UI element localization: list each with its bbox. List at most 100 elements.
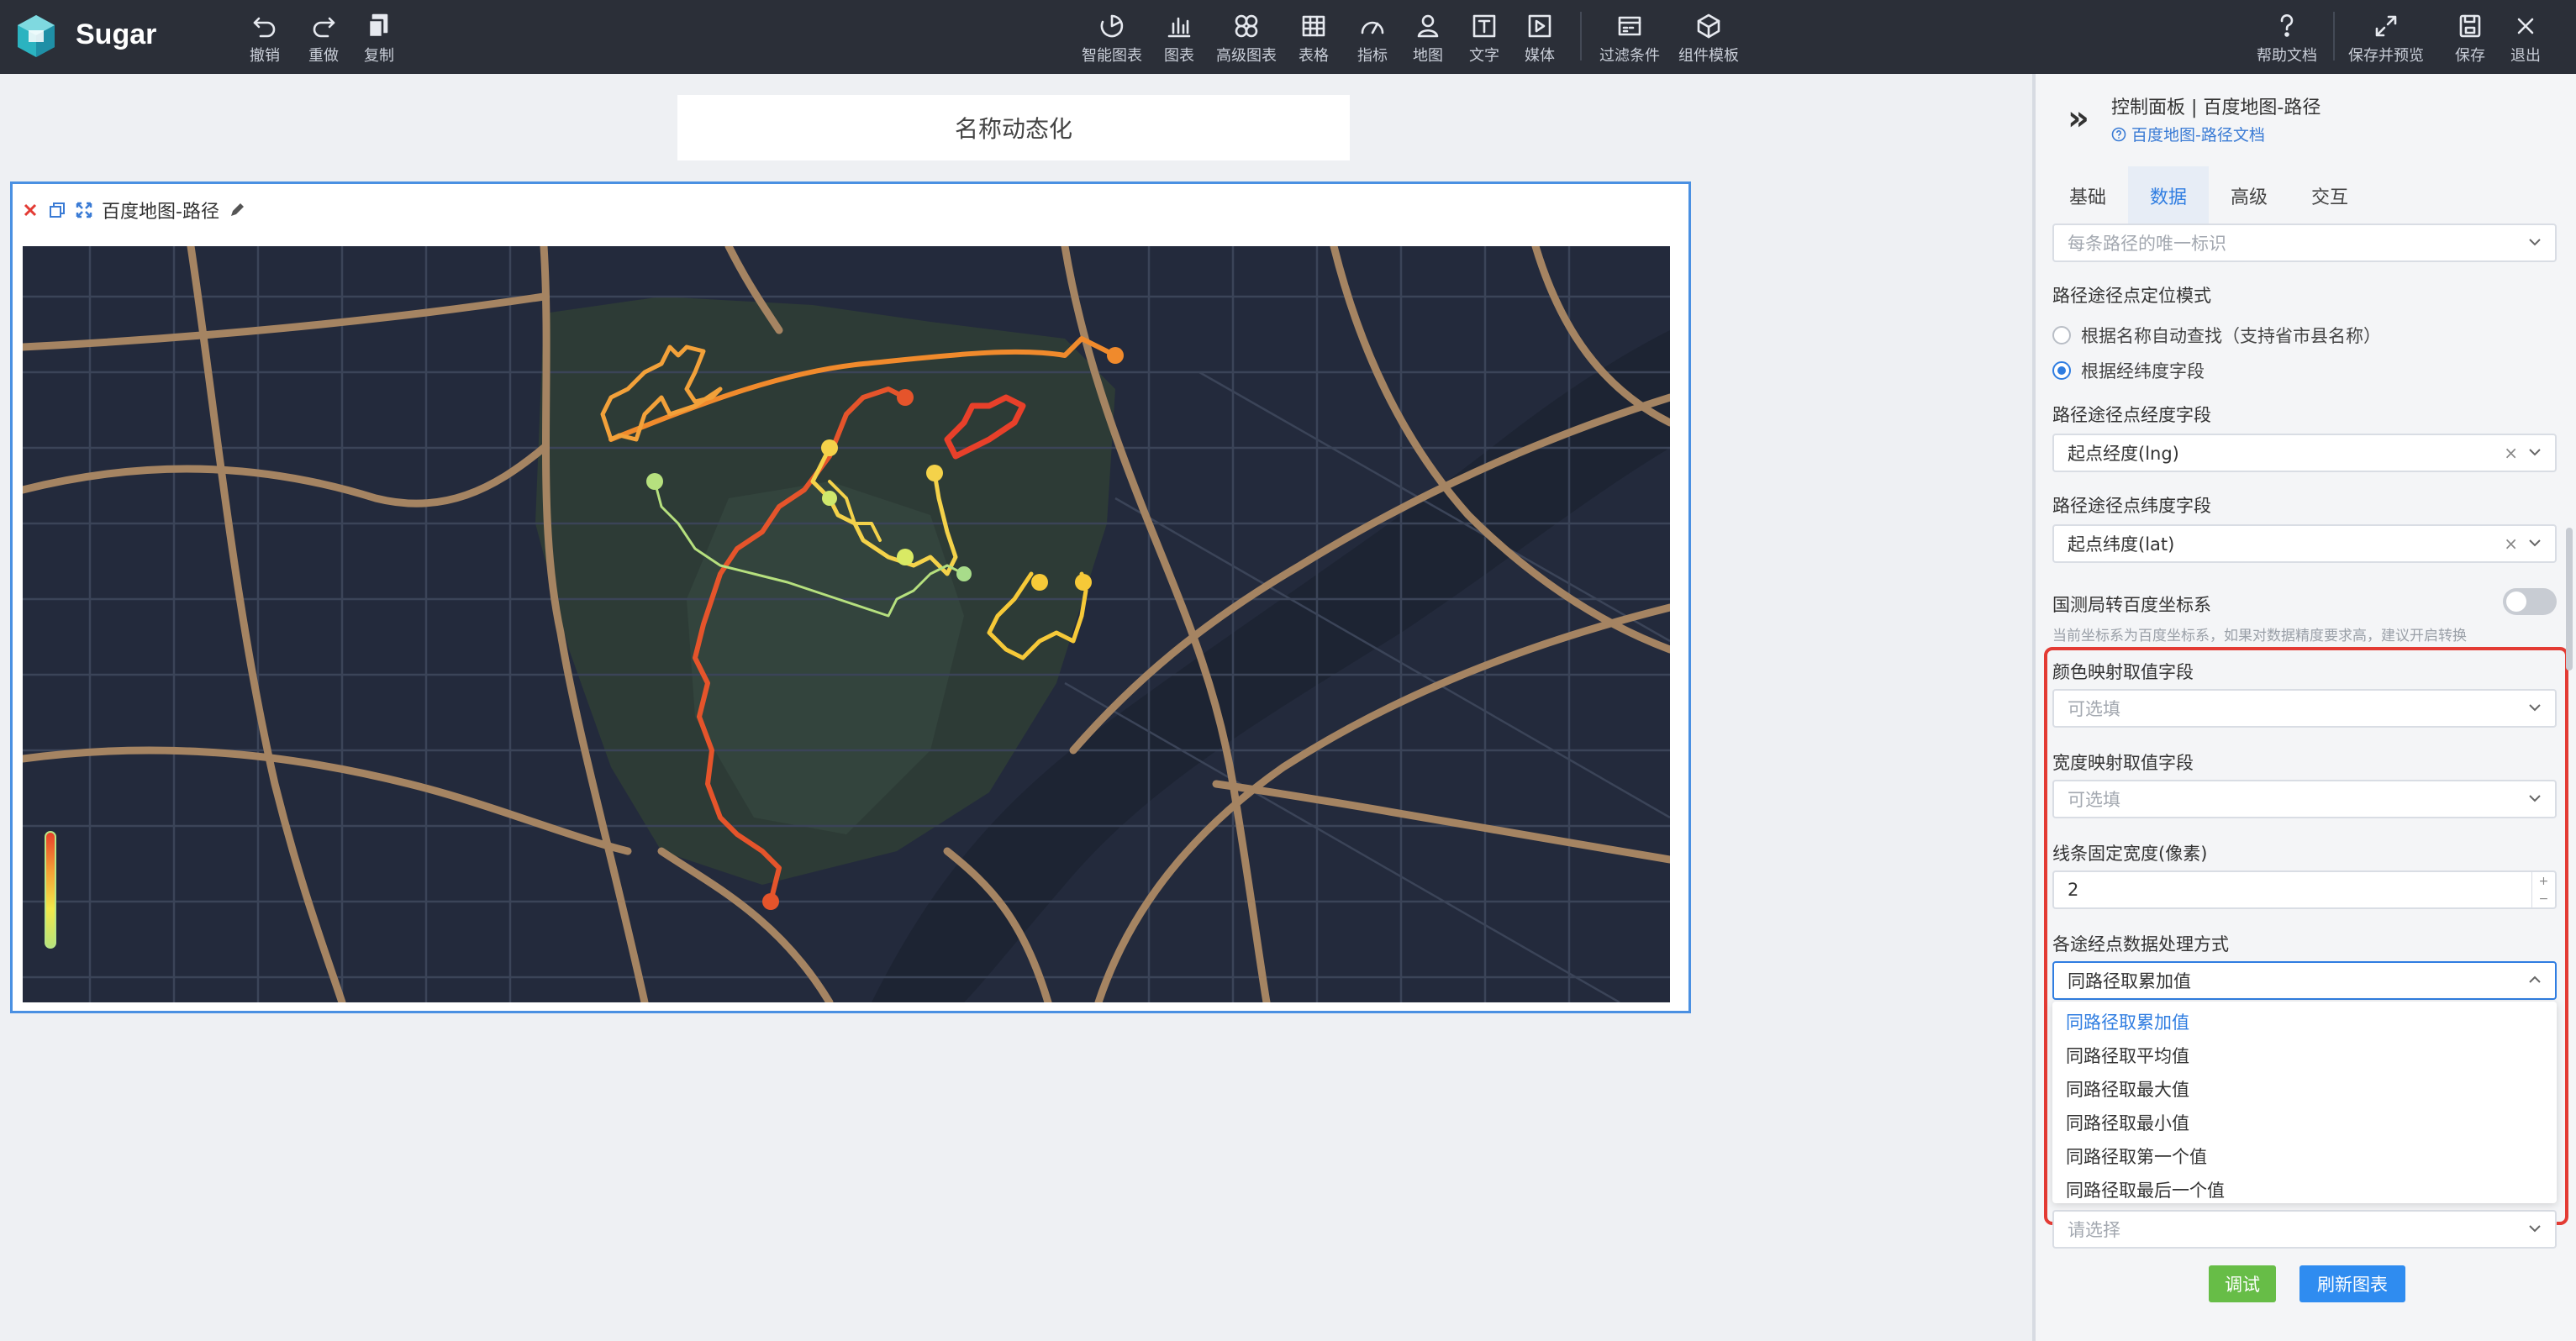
coord-convert-hint: 当前坐标系为百度坐标系，如果对数据精度要求高，建议开启转换 (2052, 628, 2467, 644)
tool-template[interactable]: 组件模板 (1678, 12, 1739, 66)
radio-circle-selected (2052, 361, 2071, 380)
step-down-icon[interactable]: − (2539, 892, 2549, 906)
tool-text[interactable]: 文字 (1455, 12, 1514, 66)
lng-field-label: 路径途径点经度字段 (2052, 405, 2211, 425)
refresh-chart-button[interactable]: 刷新图表 (2299, 1265, 2405, 1302)
sugar-logo-icon (18, 15, 55, 57)
edit-pencil-icon[interactable] (228, 201, 246, 219)
map-route-chart-card[interactable]: 百度地图-路径 (10, 181, 1691, 1013)
clear-icon[interactable]: × (2504, 443, 2518, 463)
coord-convert-label: 国测局转百度坐标系 (2052, 595, 2211, 615)
redo-label: 重做 (308, 47, 339, 65)
waypoint-process-label: 各途经点数据处理方式 (2052, 934, 2229, 954)
coord-convert-toggle[interactable] (2503, 588, 2557, 615)
step-up-icon[interactable]: + (2539, 875, 2549, 888)
tool-label: 智能图表 (1082, 47, 1142, 65)
lng-field-select[interactable]: 起点经度(lng) × (2052, 434, 2557, 472)
lat-field-label: 路径途径点纬度字段 (2052, 496, 2211, 516)
option-sum[interactable]: 同路径取累加值 (2052, 1005, 2557, 1039)
debug-button[interactable]: 调试 (2209, 1265, 2276, 1302)
save-label: 保存 (2455, 47, 2485, 65)
option-max[interactable]: 同路径取最大值 (2052, 1072, 2557, 1106)
route-id-select[interactable]: 每条路径的唯一标识 (2052, 224, 2557, 262)
delete-icon[interactable] (21, 201, 40, 219)
brand-name: Sugar (76, 18, 157, 50)
duplicate-icon[interactable] (48, 201, 66, 219)
panel-header: » 控制面板 | 百度地图-路径 百度地图-路径文档 (2036, 74, 2576, 158)
radio-auto-lookup[interactable]: 根据名称自动查找（支持省市县名称） (2052, 323, 2381, 348)
tool-table[interactable]: 表格 (1284, 12, 1343, 66)
exit-button[interactable]: 退出 (2496, 12, 2555, 66)
tab-basic[interactable]: 基础 (2047, 166, 2128, 225)
chevron-down-icon (2529, 1225, 2541, 1233)
option-last[interactable]: 同路径取最后一个值 (2052, 1173, 2557, 1207)
filter-icon (1618, 16, 1641, 36)
tool-chart[interactable]: 图表 (1150, 12, 1209, 66)
width-map-select[interactable]: 可选填 (2052, 780, 2557, 818)
route-map[interactable] (23, 246, 1670, 1002)
clear-icon[interactable]: × (2504, 534, 2518, 554)
media-icon (1528, 14, 1551, 38)
tool-label: 组件模板 (1678, 47, 1739, 65)
tool-advanced-chart[interactable]: 高级图表 (1216, 12, 1277, 66)
color-map-label: 颜色映射取值字段 (2052, 662, 2194, 682)
line-width-input[interactable]: 2 + − (2052, 870, 2557, 909)
exit-label: 退出 (2510, 47, 2541, 65)
redo-icon (313, 17, 335, 38)
advanced-chart-icon (1235, 14, 1258, 38)
tab-data[interactable]: 数据 (2128, 166, 2209, 225)
chevron-down-icon (2529, 449, 2541, 456)
collapse-panel-icon[interactable]: » (2068, 99, 2089, 138)
tool-media[interactable]: 媒体 (1510, 12, 1569, 66)
tab-advanced[interactable]: 高级 (2209, 166, 2289, 225)
expand-icon (2375, 15, 2397, 37)
color-map-placeholder: 可选填 (2068, 699, 2120, 719)
tool-map[interactable]: 地图 (1399, 12, 1457, 66)
map-canvas (23, 246, 1670, 1002)
dynamic-title-component[interactable]: 名称动态化 (677, 95, 1350, 160)
help-docs-button[interactable]: 帮助文档 (2257, 12, 2317, 66)
help-icon (2280, 14, 2294, 37)
width-map-placeholder: 可选填 (2068, 790, 2120, 810)
option-first[interactable]: 同路径取第一个值 (2052, 1139, 2557, 1173)
save-button[interactable]: 保存 (2441, 12, 2500, 66)
top-toolbar: Sugar 撤销 重做 复制 智能图表 图表 高级图表 表格 指标 地图 文字 (0, 0, 2576, 74)
fullscreen-icon[interactable] (75, 201, 93, 219)
doc-link[interactable]: 百度地图-路径文档 (2111, 123, 2265, 145)
redo-button[interactable]: 重做 (294, 12, 353, 66)
table-icon (1302, 15, 1325, 37)
undo-button[interactable]: 撤销 (235, 12, 294, 66)
tool-metric[interactable]: 指标 (1343, 12, 1402, 66)
close-icon (2517, 18, 2534, 34)
lat-field-select[interactable]: 起点纬度(lat) × (2052, 524, 2557, 563)
route-id-placeholder: 每条路径的唯一标识 (2068, 234, 2226, 254)
undo-icon (253, 17, 276, 38)
save-icon (2459, 14, 2481, 38)
tool-label: 媒体 (1525, 47, 1555, 65)
control-panel: » 控制面板 | 百度地图-路径 百度地图-路径文档 基础 数据 高级 交互 每… (2032, 74, 2576, 1341)
tool-label: 文字 (1469, 47, 1499, 65)
doc-link-text: 百度地图-路径文档 (2131, 126, 2265, 145)
option-average[interactable]: 同路径取平均值 (2052, 1039, 2557, 1072)
color-legend-bar (45, 831, 56, 949)
radio-lnglat-field[interactable]: 根据经纬度字段 (2052, 358, 2205, 383)
lat-field-value: 起点纬度(lat) (2068, 534, 2175, 555)
option-min[interactable]: 同路径取最小值 (2052, 1106, 2557, 1139)
color-map-select[interactable]: 可选填 (2052, 689, 2557, 728)
copy-button[interactable]: 复制 (350, 12, 408, 66)
number-stepper[interactable]: + − (2531, 872, 2555, 907)
tool-filter[interactable]: 过滤条件 (1599, 12, 1660, 66)
below-select[interactable]: 请选择 (2052, 1210, 2557, 1249)
chevron-up-icon (2529, 976, 2541, 983)
save-preview-label: 保存并预览 (2348, 47, 2424, 65)
waypoint-process-select[interactable]: 同路径取累加值 (2052, 961, 2557, 1000)
copy-label: 复制 (364, 47, 394, 65)
radio-auto-lookup-label: 根据名称自动查找（支持省市县名称） (2081, 326, 2381, 346)
toolbar-divider (2333, 12, 2335, 60)
radio-circle (2052, 326, 2071, 344)
tool-smart-chart[interactable]: 智能图表 (1082, 12, 1142, 66)
save-preview-button[interactable]: 保存并预览 (2348, 12, 2424, 66)
panel-scrollbar[interactable] (2566, 528, 2573, 670)
tab-interaction[interactable]: 交互 (2289, 166, 2370, 225)
chevron-down-icon (2529, 539, 2541, 547)
